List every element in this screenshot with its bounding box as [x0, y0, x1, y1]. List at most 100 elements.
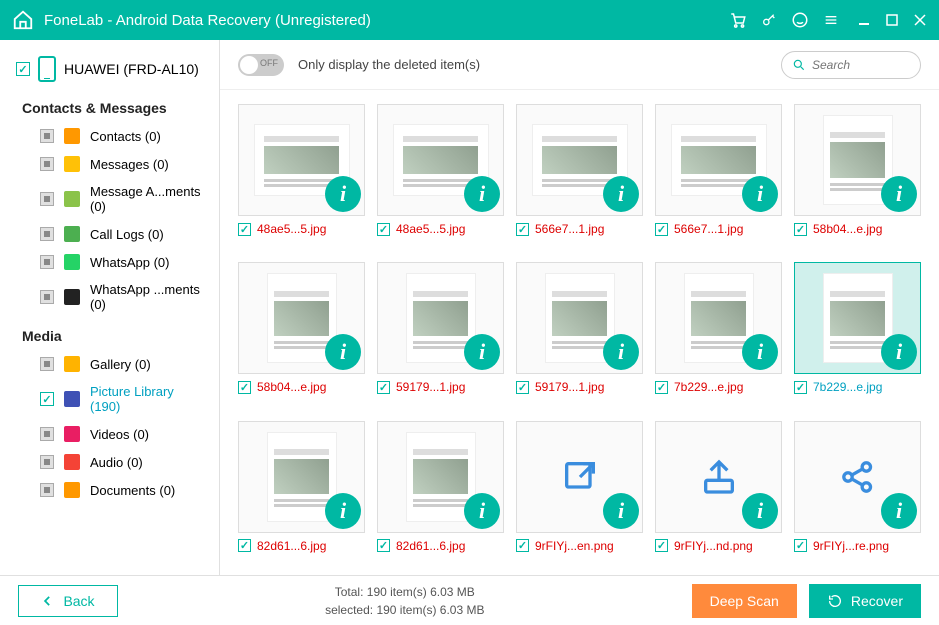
- sidebar-item-messages[interactable]: Messages (0): [0, 150, 219, 178]
- thumbnail-filename: 566e7...1.jpg: [535, 222, 604, 236]
- thumbnail-checkbox[interactable]: [655, 223, 668, 236]
- thumbnail-item[interactable]: i48ae5...5.jpg: [377, 104, 504, 244]
- deleted-only-toggle[interactable]: OFF: [238, 54, 284, 76]
- thumbnail-checkbox[interactable]: [377, 539, 390, 552]
- thumbnail-checkbox[interactable]: [794, 223, 807, 236]
- info-badge-icon[interactable]: i: [325, 176, 361, 212]
- thumbnail-item[interactable]: i82d61...6.jpg: [238, 421, 365, 561]
- thumbnail-checkbox[interactable]: [794, 381, 807, 394]
- thumbnail-checkbox[interactable]: [238, 381, 251, 394]
- thumbnail-checkbox[interactable]: [238, 223, 251, 236]
- thumbnail-checkbox[interactable]: [655, 539, 668, 552]
- info-badge-icon[interactable]: i: [881, 493, 917, 529]
- thumbnail-box[interactable]: i: [377, 421, 504, 533]
- info-badge-icon[interactable]: i: [603, 176, 639, 212]
- menu-icon[interactable]: [823, 12, 839, 28]
- info-badge-icon[interactable]: i: [464, 493, 500, 529]
- sidebar-item-contacts[interactable]: Contacts (0): [0, 122, 219, 150]
- sidebar-item-checkbox[interactable]: [40, 392, 54, 406]
- sidebar-item-checkbox[interactable]: [40, 192, 54, 206]
- info-badge-icon[interactable]: i: [464, 334, 500, 370]
- key-icon[interactable]: [761, 12, 777, 28]
- thumbnail-item[interactable]: i7b229...e.jpg: [794, 262, 921, 402]
- feedback-icon[interactable]: [791, 11, 809, 29]
- thumbnail-checkbox[interactable]: [516, 381, 529, 394]
- sidebar-item-video[interactable]: Videos (0): [0, 420, 219, 448]
- thumbnail-box[interactable]: i: [238, 421, 365, 533]
- maximize-button[interactable]: [885, 13, 899, 27]
- thumbnail-item[interactable]: i9rFIYj...en.png: [516, 421, 643, 561]
- minimize-button[interactable]: [857, 13, 871, 27]
- thumbnail-item[interactable]: i9rFIYj...re.png: [794, 421, 921, 561]
- sidebar-item-checkbox[interactable]: [40, 255, 54, 269]
- thumbnail-item[interactable]: i82d61...6.jpg: [377, 421, 504, 561]
- device-checkbox[interactable]: [16, 62, 30, 76]
- sidebar-item-whatsapp-attach[interactable]: WhatsApp ...ments (0): [0, 276, 219, 318]
- thumbnail-box[interactable]: i: [238, 262, 365, 374]
- thumbnail-item[interactable]: i59179...1.jpg: [516, 262, 643, 402]
- sidebar-item-checkbox[interactable]: [40, 227, 54, 241]
- thumbnail-box[interactable]: i: [794, 104, 921, 216]
- sidebar-item-checkbox[interactable]: [40, 290, 54, 304]
- thumbnail-box[interactable]: i: [238, 104, 365, 216]
- thumbnail-checkbox[interactable]: [238, 539, 251, 552]
- search-box[interactable]: [781, 51, 921, 79]
- sidebar-item-documents[interactable]: Documents (0): [0, 476, 219, 504]
- deep-scan-button[interactable]: Deep Scan: [692, 584, 797, 618]
- info-badge-icon[interactable]: i: [742, 493, 778, 529]
- thumbnail-box[interactable]: i: [516, 262, 643, 374]
- thumbnail-box[interactable]: i: [655, 262, 782, 374]
- back-button[interactable]: Back: [18, 585, 118, 617]
- info-badge-icon[interactable]: i: [325, 334, 361, 370]
- info-badge-icon[interactable]: i: [742, 176, 778, 212]
- thumbnail-checkbox[interactable]: [377, 381, 390, 394]
- thumbnail-box[interactable]: i: [516, 104, 643, 216]
- thumbnail-item[interactable]: i7b229...e.jpg: [655, 262, 782, 402]
- thumbnail-box[interactable]: i: [794, 262, 921, 374]
- info-badge-icon[interactable]: i: [464, 176, 500, 212]
- close-button[interactable]: [913, 13, 927, 27]
- info-badge-icon[interactable]: i: [881, 334, 917, 370]
- sidebar-item-checkbox[interactable]: [40, 483, 54, 497]
- thumbnail-checkbox[interactable]: [794, 539, 807, 552]
- thumbnail-item[interactable]: i58b04...e.jpg: [794, 104, 921, 244]
- thumbnail-box[interactable]: i: [377, 104, 504, 216]
- thumbnail-box[interactable]: i: [655, 421, 782, 533]
- home-icon[interactable]: [12, 9, 44, 31]
- device-row[interactable]: HUAWEI (FRD-AL10): [0, 48, 219, 90]
- sidebar-item-checkbox[interactable]: [40, 455, 54, 469]
- thumbnail-item[interactable]: i59179...1.jpg: [377, 262, 504, 402]
- thumbnail-item[interactable]: i48ae5...5.jpg: [238, 104, 365, 244]
- sidebar-item-attach[interactable]: Message A...ments (0): [0, 178, 219, 220]
- cart-icon[interactable]: [729, 11, 747, 29]
- recover-button[interactable]: Recover: [809, 584, 921, 618]
- thumbnail-box[interactable]: i: [655, 104, 782, 216]
- sidebar-item-checkbox[interactable]: [40, 129, 54, 143]
- sidebar-item-checkbox[interactable]: [40, 357, 54, 371]
- info-badge-icon[interactable]: i: [603, 334, 639, 370]
- thumbnail-checkbox[interactable]: [655, 381, 668, 394]
- thumbnail-item[interactable]: i566e7...1.jpg: [655, 104, 782, 244]
- info-badge-icon[interactable]: i: [742, 334, 778, 370]
- thumbnail-checkbox[interactable]: [516, 539, 529, 552]
- thumbnail-item[interactable]: i9rFIYj...nd.png: [655, 421, 782, 561]
- thumbnail-item[interactable]: i 566e7...1.jpg: [516, 104, 643, 244]
- sidebar-item-audio[interactable]: Audio (0): [0, 448, 219, 476]
- thumbnail-checkbox[interactable]: [377, 223, 390, 236]
- info-badge-icon[interactable]: i: [325, 493, 361, 529]
- back-arrow-icon: [41, 594, 55, 608]
- info-badge-icon[interactable]: i: [881, 176, 917, 212]
- sidebar-item-picture[interactable]: Picture Library (190): [0, 378, 219, 420]
- sidebar-item-checkbox[interactable]: [40, 427, 54, 441]
- sidebar-item-gallery[interactable]: Gallery (0): [0, 350, 219, 378]
- thumbnail-box[interactable]: i: [377, 262, 504, 374]
- sidebar-item-whatsapp[interactable]: WhatsApp (0): [0, 248, 219, 276]
- sidebar-item-calllog[interactable]: Call Logs (0): [0, 220, 219, 248]
- thumbnail-checkbox[interactable]: [516, 223, 529, 236]
- thumbnail-item[interactable]: i58b04...e.jpg: [238, 262, 365, 402]
- thumbnail-box[interactable]: i: [794, 421, 921, 533]
- sidebar-item-checkbox[interactable]: [40, 157, 54, 171]
- search-input[interactable]: [812, 58, 902, 72]
- thumbnail-box[interactable]: i: [516, 421, 643, 533]
- info-badge-icon[interactable]: i: [603, 493, 639, 529]
